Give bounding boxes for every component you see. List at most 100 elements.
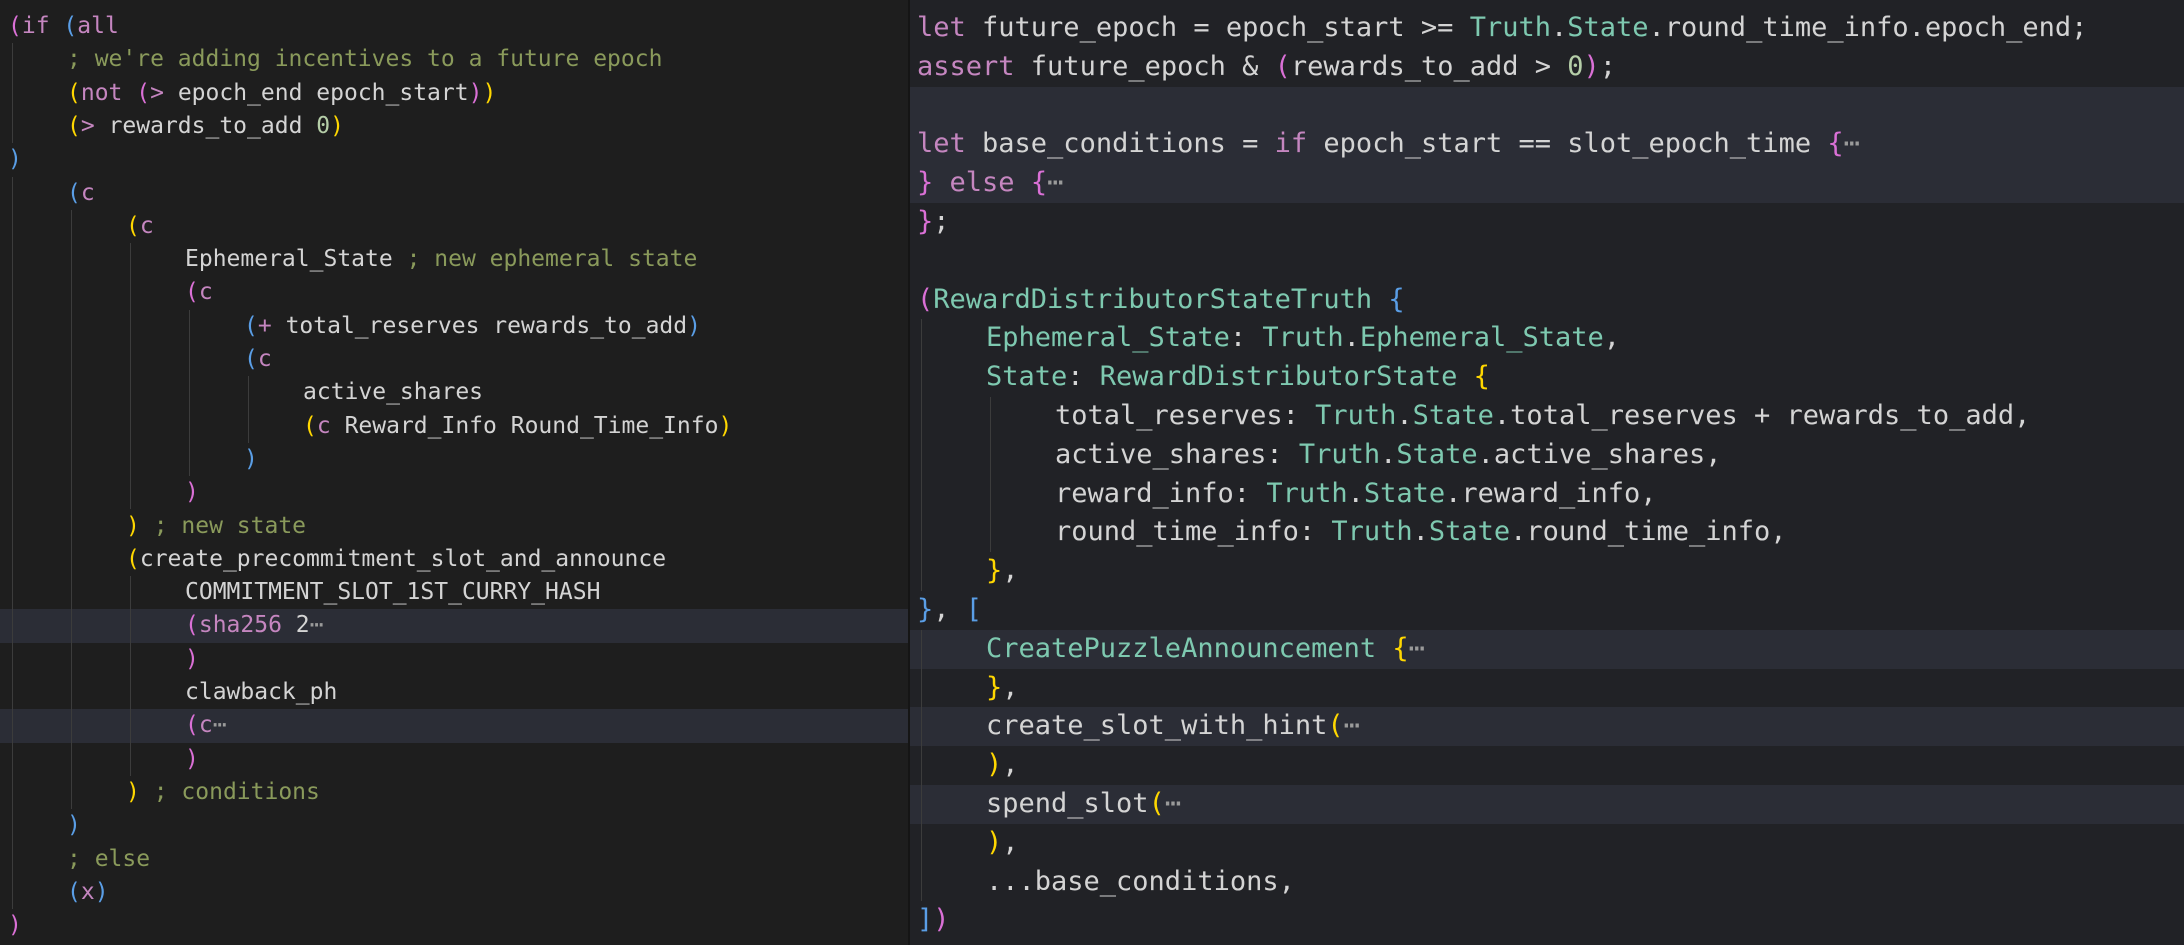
code-line[interactable]: (c	[0, 276, 908, 309]
code-line[interactable]: total_reserves: Truth.State.total_reserv…	[910, 397, 2184, 436]
code-token: (	[185, 279, 199, 306]
code-line[interactable]: CreatePuzzleAnnouncement {⋯	[910, 629, 2184, 669]
code-line[interactable]: let base_conditions = if epoch_start == …	[910, 125, 2184, 165]
code-line[interactable]: reward_info: Truth.State.reward_info,	[910, 475, 2184, 514]
code-token: base_conditions =	[982, 128, 1275, 160]
code-line[interactable]: )	[0, 743, 908, 776]
code-token: epoch_start == slot_epoch_time	[1323, 128, 1828, 160]
code-token: create_precommitment_slot_and_announce	[139, 545, 667, 572]
code-line-content: )	[185, 743, 199, 776]
code-line[interactable]: (x)	[0, 876, 908, 909]
indent-guide	[189, 309, 190, 477]
code-line[interactable]: create_slot_with_hint(⋯	[910, 707, 2184, 747]
code-line[interactable]: (> rewards_to_add 0)	[0, 110, 908, 143]
code-line[interactable]: assert future_epoch & (rewards_to_add > …	[910, 48, 2184, 87]
left-editor-pane[interactable]: (if (all; we're adding incentives to a f…	[0, 0, 908, 945]
code-line-content: let future_epoch = epoch_start >= Truth.…	[917, 9, 2087, 47]
code-line[interactable]: Ephemeral_State: Truth.Ephemeral_State,	[910, 319, 2184, 358]
code-token: State	[1428, 516, 1511, 548]
code-line[interactable]: (sha256 2⋯	[0, 609, 908, 643]
code-line-content: } else {⋯	[917, 164, 1063, 202]
code-token: :	[1067, 361, 1100, 393]
code-line[interactable]: ),	[910, 824, 2184, 863]
fold-ellipsis-icon[interactable]: ⋯	[213, 712, 227, 738]
code-line[interactable]: ) ; conditions	[0, 776, 908, 809]
code-line-content: ...base_conditions,	[986, 863, 1295, 901]
code-line[interactable]: let future_epoch = epoch_start >= Truth.…	[910, 9, 2184, 48]
code-token: .	[1343, 322, 1360, 354]
code-token: Ephemeral_State	[185, 246, 407, 273]
code-line[interactable]: (c	[0, 177, 908, 210]
fold-ellipsis-icon[interactable]: ⋯	[1409, 633, 1425, 664]
code-token: all	[77, 13, 119, 39]
fold-ellipsis-icon[interactable]: ⋯	[1165, 788, 1181, 819]
code-line[interactable]: Ephemeral_State ; new ephemeral state	[0, 243, 908, 276]
code-line[interactable]: (if (all	[0, 10, 908, 43]
code-line[interactable]: clawback_ph	[0, 676, 908, 709]
code-token: not	[80, 79, 137, 106]
code-token: epoch_end epoch_start	[177, 79, 469, 106]
code-line[interactable]: (c⋯	[0, 709, 908, 743]
fold-ellipsis-icon[interactable]: ⋯	[1047, 167, 1063, 198]
code-line[interactable]: }, [	[910, 591, 2184, 630]
code-line[interactable]: )	[0, 809, 908, 842]
code-line[interactable]: State: RewardDistributorState {	[910, 358, 2184, 397]
code-line[interactable]: active_shares	[0, 376, 908, 409]
code-line[interactable]: ),	[910, 746, 2184, 785]
code-line[interactable]: round_time_info: Truth.State.round_time_…	[910, 513, 2184, 552]
code-line[interactable]: (+ total_reserves rewards_to_add)	[0, 310, 908, 343]
code-line[interactable]: COMMITMENT_SLOT_1ST_CURRY_HASH	[0, 576, 908, 609]
code-token: )	[126, 778, 140, 805]
code-line[interactable]: (c	[0, 343, 908, 376]
code-token: )	[986, 826, 1003, 858]
code-line[interactable]: },	[910, 669, 2184, 708]
code-line[interactable]: ) ; new state	[0, 510, 908, 543]
indent-guide	[12, 43, 13, 144]
code-line[interactable]: (create_precommitment_slot_and_announce	[0, 543, 908, 576]
code-token: COMMITMENT_SLOT_1ST_CURRY_HASH	[185, 579, 601, 606]
code-line[interactable]: ...base_conditions,	[910, 863, 2184, 902]
code-line[interactable]: };	[910, 203, 2184, 242]
code-token: ,	[1603, 322, 1621, 354]
right-editor-pane[interactable]: let future_epoch = epoch_start >= Truth.…	[910, 0, 2184, 945]
code-line[interactable]: spend_slot(⋯	[910, 785, 2184, 824]
code-line[interactable]: (c	[0, 210, 908, 243]
code-line[interactable]: )	[0, 443, 908, 476]
fold-ellipsis-icon[interactable]: ⋯	[310, 612, 324, 638]
code-line-content: )	[67, 809, 81, 842]
code-token: (	[185, 712, 199, 739]
code-line[interactable]: ; else	[0, 843, 908, 876]
code-token: clawback_ph	[185, 679, 338, 705]
code-token: ,	[1002, 555, 1019, 587]
code-token: Truth	[1266, 477, 1348, 509]
code-line[interactable]: } else {⋯	[910, 164, 2184, 203]
indent-guide	[130, 243, 131, 510]
code-line[interactable]: },	[910, 552, 2184, 591]
code-line[interactable]: (c Reward_Info Round_Time_Info)	[0, 410, 908, 443]
code-token: 0	[1567, 50, 1584, 82]
code-line[interactable]: (not (> epoch_end epoch_start))	[0, 77, 908, 110]
fold-ellipsis-icon[interactable]: ⋯	[1344, 710, 1360, 741]
code-line-content: )	[244, 443, 258, 476]
code-token: )	[1583, 50, 1600, 82]
code-token: {	[1030, 167, 1048, 199]
code-token: {	[1827, 128, 1844, 160]
code-token: )	[8, 146, 22, 173]
code-line[interactable]: (RewardDistributorStateTruth {	[910, 281, 2184, 320]
code-line-content: let base_conditions = if epoch_start == …	[917, 125, 1860, 163]
fold-ellipsis-icon[interactable]: ⋯	[1844, 128, 1860, 159]
code-line[interactable]: )	[0, 643, 908, 676]
code-line[interactable]: )	[0, 476, 908, 509]
code-line[interactable]: ])	[910, 901, 2184, 940]
code-line[interactable]: ; we're adding incentives to a future ep…	[0, 43, 908, 76]
code-line[interactable]: active_shares: Truth.State.active_shares…	[910, 436, 2184, 475]
code-line-content: (c⋯	[185, 709, 227, 742]
code-token: c	[80, 179, 95, 206]
code-line[interactable]: )	[0, 143, 908, 176]
code-token: .active_shares,	[1477, 438, 1722, 470]
code-line[interactable]	[910, 86, 2184, 126]
code-token: .	[1380, 438, 1397, 470]
code-line[interactable]	[910, 242, 2184, 281]
code-line[interactable]: )	[0, 909, 908, 942]
code-token: ,	[933, 594, 966, 625]
